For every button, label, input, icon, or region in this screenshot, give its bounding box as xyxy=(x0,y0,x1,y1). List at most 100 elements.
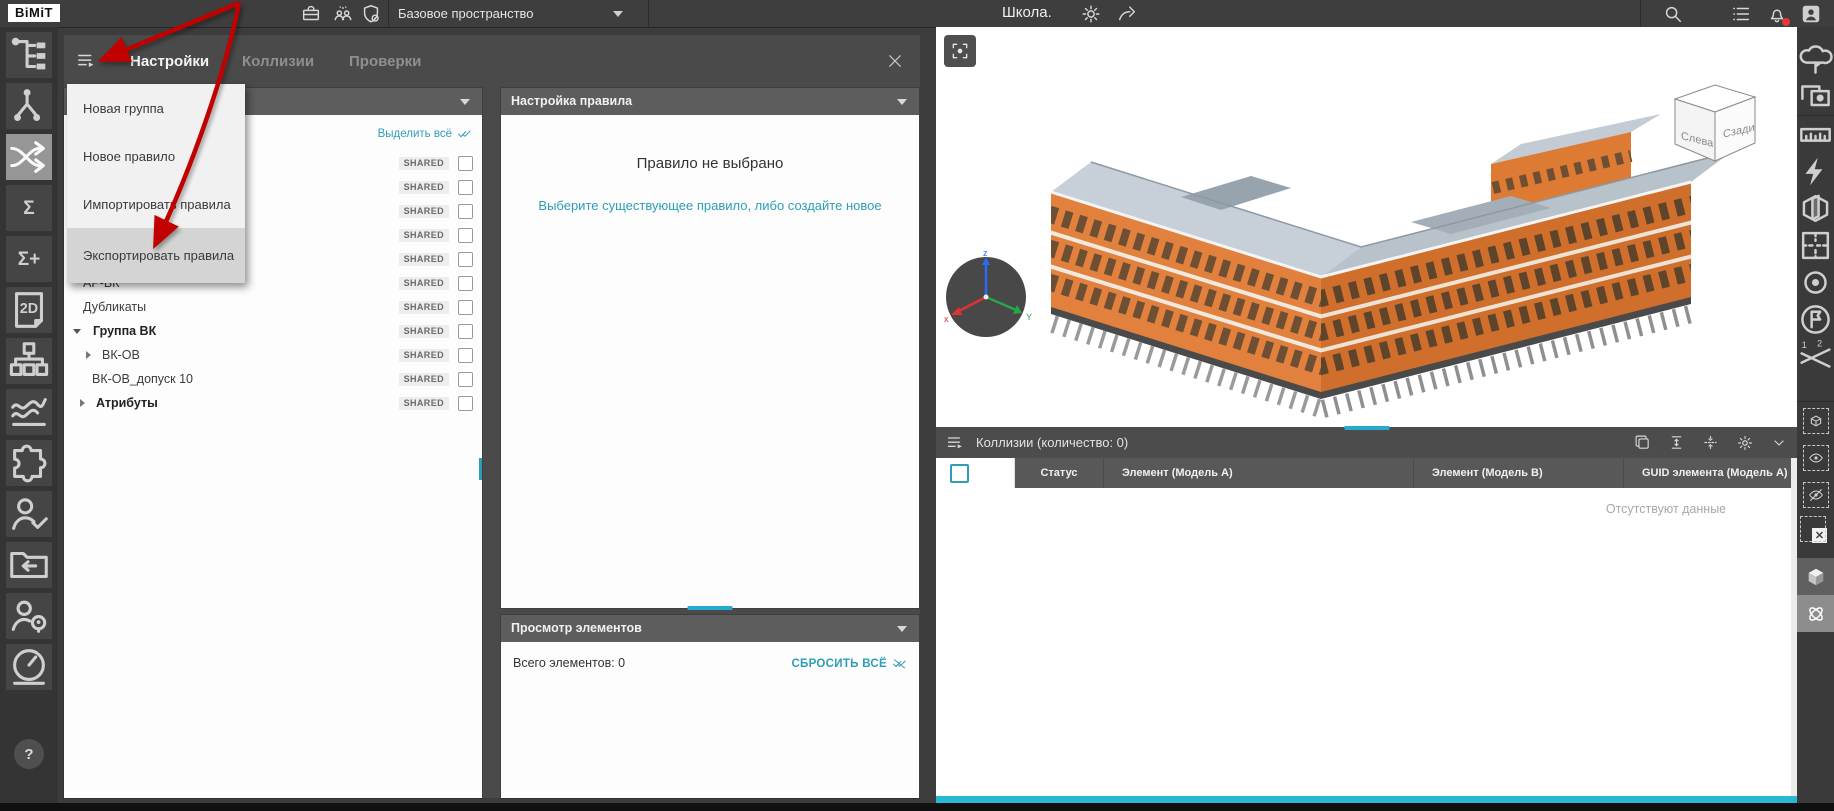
workspace-selector[interactable]: Базовое пространство xyxy=(398,6,534,21)
settings-gear-icon[interactable] xyxy=(1736,434,1754,452)
row-checkbox[interactable] xyxy=(458,372,473,387)
select-all-link[interactable]: Выделить всё xyxy=(378,126,472,141)
viewport-3d[interactable]: Слева Сзади z x Y Коллизии (количество: … xyxy=(936,27,1797,800)
user-check-button[interactable] xyxy=(6,491,52,537)
sum-plus-button[interactable]: Σ+ xyxy=(6,236,52,282)
scrollbar-thumb[interactable] xyxy=(479,458,482,480)
section-cube-button[interactable] xyxy=(1797,190,1834,227)
tab-checks[interactable]: Проверки xyxy=(349,53,421,70)
row-checkbox[interactable] xyxy=(458,180,473,195)
collapse-caret-icon[interactable] xyxy=(897,626,907,632)
tab-collisions[interactable]: Коллизии xyxy=(242,53,314,70)
folder-import-button[interactable] xyxy=(6,542,52,588)
clear-selection-button[interactable]: ✕ xyxy=(1797,513,1834,550)
column-element-b[interactable]: Элемент (Модель B) xyxy=(1414,458,1624,488)
orbit-button[interactable] xyxy=(1797,595,1834,632)
collisions-check-button[interactable] xyxy=(6,134,52,180)
tree-row[interactable]: Группа ВКSHARED xyxy=(64,319,482,343)
menu-item-new-group[interactable]: Новая группа xyxy=(67,84,245,132)
row-checkbox[interactable] xyxy=(458,252,473,267)
collapse-center-icon[interactable] xyxy=(1702,434,1719,451)
navigation-cube[interactable]: Слева Сзади xyxy=(1657,77,1769,167)
axis-y-label: Y xyxy=(1026,312,1032,322)
fit-height-icon[interactable] xyxy=(1668,434,1685,451)
shield-user-icon[interactable] xyxy=(360,3,382,25)
menu-item-new-rule[interactable]: Новое правило xyxy=(67,132,245,180)
sitemap-button[interactable] xyxy=(6,338,52,384)
measure-between-button[interactable]: 12 xyxy=(1797,338,1834,375)
search-icon[interactable] xyxy=(1662,3,1684,25)
tab-settings[interactable]: Настройки xyxy=(130,53,209,70)
sum-button[interactable]: Σ xyxy=(6,185,52,231)
close-panel-button[interactable] xyxy=(886,52,904,70)
app-logo[interactable]: BiMiT xyxy=(8,4,60,22)
flash-button[interactable] xyxy=(1797,153,1834,190)
rule-empty-hint[interactable]: Выберите существующее правило, либо созд… xyxy=(501,198,919,213)
focus-target-button[interactable] xyxy=(1797,264,1834,301)
collapse-caret-icon[interactable] xyxy=(460,99,470,105)
caret-down-icon[interactable] xyxy=(73,329,81,334)
capture-frames-button[interactable] xyxy=(1797,78,1834,115)
flag-button[interactable] xyxy=(1797,301,1834,338)
row-checkbox[interactable] xyxy=(458,396,473,411)
workspace-caret-icon[interactable] xyxy=(613,11,623,17)
axis-gizmo[interactable]: z x Y xyxy=(941,246,1041,342)
column-status[interactable]: Статус xyxy=(1015,458,1104,488)
collapse-caret-icon[interactable] xyxy=(897,99,907,105)
row-checkbox[interactable] xyxy=(458,276,473,291)
ruler-icon xyxy=(1797,116,1834,153)
caret-right-icon[interactable] xyxy=(80,399,85,407)
user-location-button[interactable] xyxy=(6,593,52,639)
gear-icon[interactable] xyxy=(1080,3,1102,25)
menu-item-export-rules[interactable]: Экспортировать правила xyxy=(67,228,245,283)
panel-menu-button[interactable] xyxy=(76,50,98,72)
tree-row[interactable]: ВК-ОВSHARED xyxy=(64,343,482,367)
users-group-icon[interactable] xyxy=(332,3,354,25)
row-checkbox[interactable] xyxy=(458,228,473,243)
collisions-resize-handle[interactable] xyxy=(1344,426,1389,430)
axis-z-label: z xyxy=(983,248,988,258)
chevron-down-icon[interactable] xyxy=(1771,435,1787,451)
region-select-button[interactable] xyxy=(944,35,976,67)
row-checkbox[interactable] xyxy=(458,300,473,315)
rule-settings-title: Настройка правила xyxy=(511,94,632,108)
panel-resize-handle[interactable] xyxy=(688,606,733,610)
column-guid-a[interactable]: GUID элемента (Модель А) xyxy=(1624,458,1797,488)
row-checkbox[interactable] xyxy=(458,348,473,363)
menu-item-import-rules[interactable]: Импортировать правила xyxy=(67,180,245,228)
user-avatar[interactable] xyxy=(1800,3,1822,25)
relations-button[interactable] xyxy=(6,83,52,129)
list-menu-icon[interactable] xyxy=(1730,3,1752,25)
ruler-button[interactable] xyxy=(1797,116,1834,153)
model-tree-button[interactable] xyxy=(6,32,52,78)
tree-row[interactable]: ДубликатыSHARED xyxy=(64,295,482,319)
tree-row[interactable]: АтрибутыSHARED xyxy=(64,391,482,415)
isolate-cube-button[interactable] xyxy=(1797,402,1834,439)
floor-plan-button[interactable] xyxy=(1797,227,1834,264)
plugins-button[interactable] xyxy=(6,440,52,486)
select-all-checkbox[interactable] xyxy=(950,464,969,483)
hide-elements-button[interactable] xyxy=(1797,476,1834,513)
help-button[interactable]: ? xyxy=(14,739,44,769)
column-element-a[interactable]: Элемент (Модель А) xyxy=(1104,458,1414,488)
collisions-menu-button[interactable] xyxy=(946,433,966,453)
shaded-view-button[interactable] xyxy=(1797,558,1834,595)
row-checkbox[interactable] xyxy=(458,156,473,171)
tree-button[interactable] xyxy=(1797,41,1834,78)
caret-right-icon[interactable] xyxy=(86,351,91,359)
show-elements-button[interactable] xyxy=(1797,439,1834,476)
sheet-2d-button[interactable]: 2D xyxy=(6,287,52,333)
notifications-bell-icon[interactable] xyxy=(1766,3,1788,25)
dashboard-button[interactable] xyxy=(6,644,52,690)
tree-row[interactable]: ВК-ОВ_допуск 10SHARED xyxy=(64,367,482,391)
row-checkbox[interactable] xyxy=(458,204,473,219)
analytics-button[interactable] xyxy=(6,389,52,435)
shared-badge: SHARED xyxy=(399,181,449,194)
briefcase-icon[interactable] xyxy=(300,3,322,25)
row-checkbox[interactable] xyxy=(458,324,473,339)
share-icon[interactable] xyxy=(1116,3,1138,25)
building-model[interactable] xyxy=(991,92,1751,452)
duplicate-icon[interactable] xyxy=(1634,434,1651,451)
collisions-scrollbar[interactable] xyxy=(1791,458,1797,800)
reset-all-link[interactable]: СБРОСИТЬ ВСЁ xyxy=(791,656,907,671)
